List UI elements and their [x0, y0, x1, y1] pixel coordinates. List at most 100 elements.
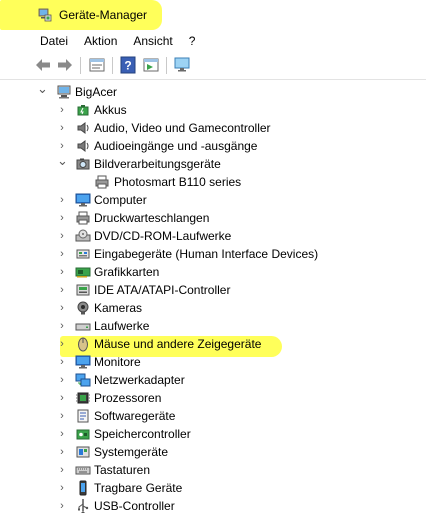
display-adapter-icon: [75, 267, 91, 278]
chevron-right-icon[interactable]: ›: [57, 461, 67, 479]
tree-category[interactable]: › Monitore: [0, 353, 426, 371]
chevron-right-icon[interactable]: ›: [57, 101, 67, 119]
tree-node-label: Audioeingänge und -ausgänge: [94, 139, 258, 153]
tree-node-label: Systemgeräte: [94, 445, 169, 459]
svg-text:?: ?: [124, 59, 131, 73]
tree-category[interactable]: › Eingabegeräte (Human Interface Devices): [0, 245, 426, 263]
tree-category[interactable]: › IDE ATA/ATAPI-Controller: [0, 281, 426, 299]
tree-category[interactable]: › Laufwerke: [0, 317, 426, 335]
battery-icon: [77, 105, 89, 116]
tree-category[interactable]: › Audio, Video und Gamecontroller: [0, 119, 426, 137]
chevron-right-icon[interactable]: ›: [57, 209, 67, 227]
chevron-right-icon[interactable]: ›: [57, 443, 67, 461]
chevron-right-icon[interactable]: ›: [57, 371, 67, 389]
tree-node-label: IDE ATA/ATAPI-Controller: [94, 283, 231, 297]
properties-icon[interactable]: [88, 56, 106, 74]
tree-node-label: Prozessoren: [94, 391, 162, 405]
tree-node-label: Bildverarbeitungsgeräte: [94, 157, 221, 171]
tree-node-label: Photosmart B110 series: [114, 175, 242, 189]
menu-file[interactable]: Datei: [0, 31, 76, 51]
forward-arrow-icon[interactable]: [56, 56, 74, 74]
portable-device-icon: [79, 480, 87, 496]
tree-node-label: Tragbare Geräte: [94, 481, 183, 495]
speaker-icon: [77, 140, 89, 152]
toolbar-separator: [112, 57, 113, 74]
keyboard-icon: [75, 466, 91, 475]
tree-node-label: Netzwerkadapter: [94, 373, 185, 387]
monitor-icon: [75, 355, 91, 369]
chevron-down-icon[interactable]: ⌄: [57, 154, 68, 173]
network-adapter-icon: [75, 373, 91, 387]
camera-icon: [76, 158, 90, 170]
chevron-right-icon[interactable]: ›: [57, 407, 67, 425]
usb-icon: [78, 499, 89, 513]
tree-node-label: Mäuse und andere Zeigegeräte: [94, 337, 262, 351]
tree-node-label: Laufwerke: [94, 319, 150, 333]
window-title: Geräte-Manager: [59, 8, 148, 22]
speaker-icon: [77, 122, 89, 134]
tree-device[interactable]: Photosmart B110 series: [0, 173, 426, 191]
tree-category[interactable]: › DVD/CD-ROM-Laufwerke: [0, 227, 426, 245]
chevron-right-icon[interactable]: ›: [57, 191, 67, 209]
toolbar: ?: [0, 53, 426, 80]
tree-category[interactable]: › Softwaregeräte: [0, 407, 426, 425]
tree-node-label: BigAcer: [75, 85, 118, 99]
chevron-down-icon[interactable]: ⌄: [37, 82, 48, 101]
menu-view[interactable]: Ansicht: [125, 31, 180, 51]
chevron-right-icon[interactable]: ›: [57, 263, 67, 281]
tree-node-label: Speichercontroller: [94, 427, 191, 441]
menu-help[interactable]: ?: [181, 31, 204, 51]
software-device-icon: [77, 409, 89, 423]
tree-category[interactable]: › Netzwerkadapter: [0, 371, 426, 389]
view-icon[interactable]: [142, 56, 160, 74]
chevron-right-icon[interactable]: ›: [57, 479, 67, 497]
toolbar-separator: [166, 57, 167, 74]
tree-node-label: Grafikkarten: [94, 265, 160, 279]
chevron-right-icon[interactable]: ›: [57, 335, 67, 353]
tree-category[interactable]: › USB-Controller: [0, 497, 426, 515]
tree-node-label: Audio, Video und Gamecontroller: [94, 121, 271, 135]
tree-category[interactable]: › Tragbare Geräte: [0, 479, 426, 497]
tree-root-bigacer[interactable]: ⌄ BigAcer: [0, 82, 426, 101]
back-arrow-icon[interactable]: [34, 56, 52, 74]
menu-bar: Datei Aktion Ansicht ?: [0, 31, 426, 51]
chevron-right-icon[interactable]: ›: [57, 425, 67, 443]
tree-category[interactable]: ⌄ Bildverarbeitungsgeräte: [0, 154, 426, 173]
tree-category[interactable]: › Computer: [0, 191, 426, 209]
tree-category[interactable]: › Tastaturen: [0, 461, 426, 479]
chevron-right-icon[interactable]: ›: [57, 389, 67, 407]
tree-node-label: Kameras: [94, 301, 143, 315]
tree-category[interactable]: › Speichercontroller: [0, 425, 426, 443]
chevron-right-icon[interactable]: ›: [57, 119, 67, 137]
tree-node-label: Monitore: [94, 355, 141, 369]
help-icon[interactable]: ?: [119, 56, 137, 74]
monitor-icon: [75, 193, 91, 207]
chevron-right-icon[interactable]: ›: [57, 317, 67, 335]
computer-icon: [57, 85, 71, 99]
chevron-right-icon[interactable]: ›: [57, 281, 67, 299]
tree-category[interactable]: › Prozessoren: [0, 389, 426, 407]
title-bar: Geräte-Manager: [0, 0, 426, 30]
chevron-right-icon[interactable]: ›: [57, 353, 67, 371]
tree-node-label: Druckwarteschlangen: [94, 211, 210, 225]
device-manager-window: Geräte-Manager Datei Aktion Ansicht ? ?: [0, 0, 426, 516]
chevron-right-icon[interactable]: ›: [57, 245, 67, 263]
tree-category[interactable]: › Systemgeräte: [0, 443, 426, 461]
tree-category[interactable]: › Mäuse und andere Zeigegeräte: [0, 335, 426, 353]
ide-controller-icon: [76, 284, 90, 296]
tree-category[interactable]: › Kameras: [0, 299, 426, 317]
tree-category[interactable]: › Akkus: [0, 101, 426, 119]
tree-category[interactable]: › Druckwarteschlangen: [0, 209, 426, 227]
menu-action[interactable]: Aktion: [76, 31, 125, 51]
chevron-right-icon[interactable]: ›: [57, 299, 67, 317]
scan-hardware-icon[interactable]: [173, 56, 191, 74]
disc-drive-icon: [75, 229, 91, 242]
tree-node-label: USB-Controller: [94, 499, 175, 513]
device-manager-icon: [38, 8, 52, 22]
tree-category[interactable]: › Grafikkarten: [0, 263, 426, 281]
tree-node-label: Tastaturen: [94, 463, 151, 477]
tree-node-label: Computer: [94, 193, 147, 207]
storage-controller-icon: [76, 429, 90, 440]
chevron-right-icon[interactable]: ›: [57, 497, 67, 515]
chevron-right-icon[interactable]: ›: [57, 227, 67, 245]
